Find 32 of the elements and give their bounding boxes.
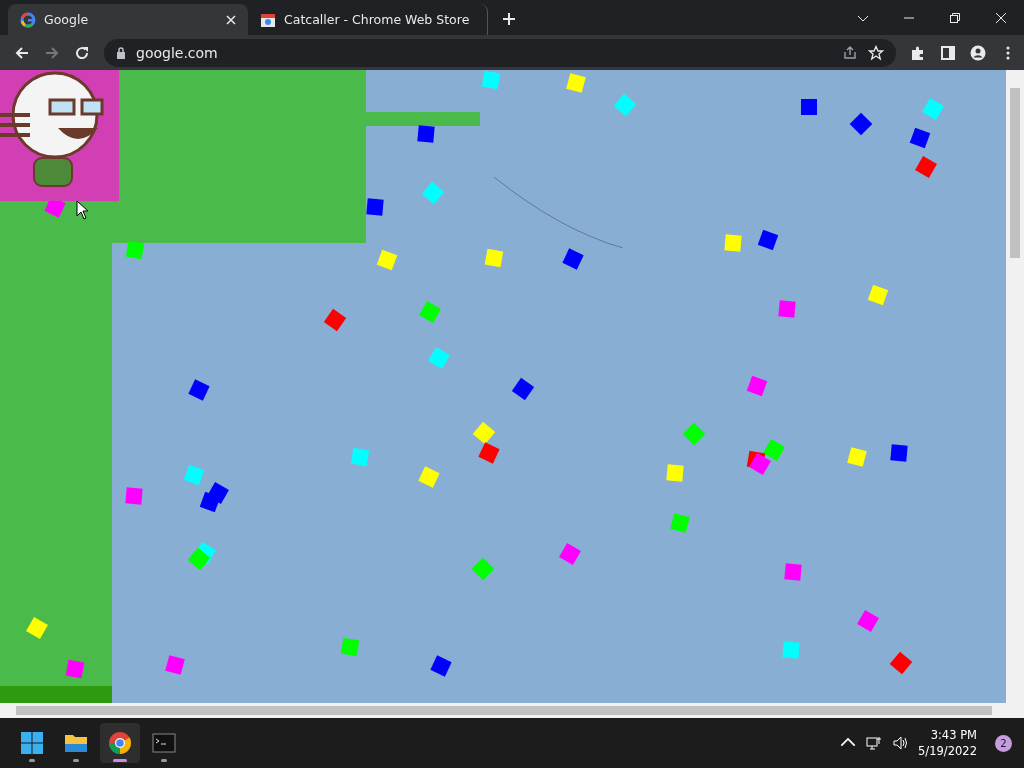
- google-logo-icon: [20, 11, 36, 28]
- puzzle-icon[interactable]: [910, 44, 926, 61]
- star-icon[interactable]: [868, 44, 884, 61]
- back-arrow-icon[interactable]: [14, 44, 30, 61]
- network-icon[interactable]: [866, 735, 883, 751]
- falling-square: [801, 99, 817, 115]
- restore-icon[interactable]: [949, 12, 961, 24]
- windows-logo-icon: [20, 731, 44, 755]
- vertical-scrollbar[interactable]: [1006, 70, 1024, 703]
- notification-badge[interactable]: 2: [995, 734, 1012, 752]
- lock-icon: [116, 46, 126, 59]
- close-icon[interactable]: [995, 12, 1007, 24]
- reload-icon[interactable]: [74, 44, 90, 61]
- share-icon[interactable]: [842, 44, 858, 61]
- horizontal-scrollbar[interactable]: [0, 703, 1024, 718]
- new-tab-icon[interactable]: [502, 12, 516, 26]
- mouse-cursor-icon: [76, 200, 89, 220]
- close-icon[interactable]: [226, 14, 236, 25]
- speaker-icon[interactable]: [892, 735, 909, 751]
- chrome-logo-icon: [108, 731, 132, 755]
- profile-icon[interactable]: [970, 44, 986, 61]
- forward-arrow-icon[interactable]: [44, 44, 60, 61]
- date-text: 5/19/2022: [918, 743, 977, 759]
- address-bar[interactable]: google.com: [104, 38, 896, 67]
- taskbar-app[interactable]: [100, 723, 140, 763]
- browser-tab[interactable]: Google: [8, 4, 248, 35]
- url-text: google.com: [136, 44, 218, 61]
- store-icon: [260, 11, 276, 28]
- side-panel-icon[interactable]: [940, 44, 956, 61]
- time-text: 3:43 PM: [930, 727, 977, 743]
- terminal-icon: [152, 731, 176, 755]
- clock[interactable]: 3:43 PM 5/19/2022: [918, 727, 977, 759]
